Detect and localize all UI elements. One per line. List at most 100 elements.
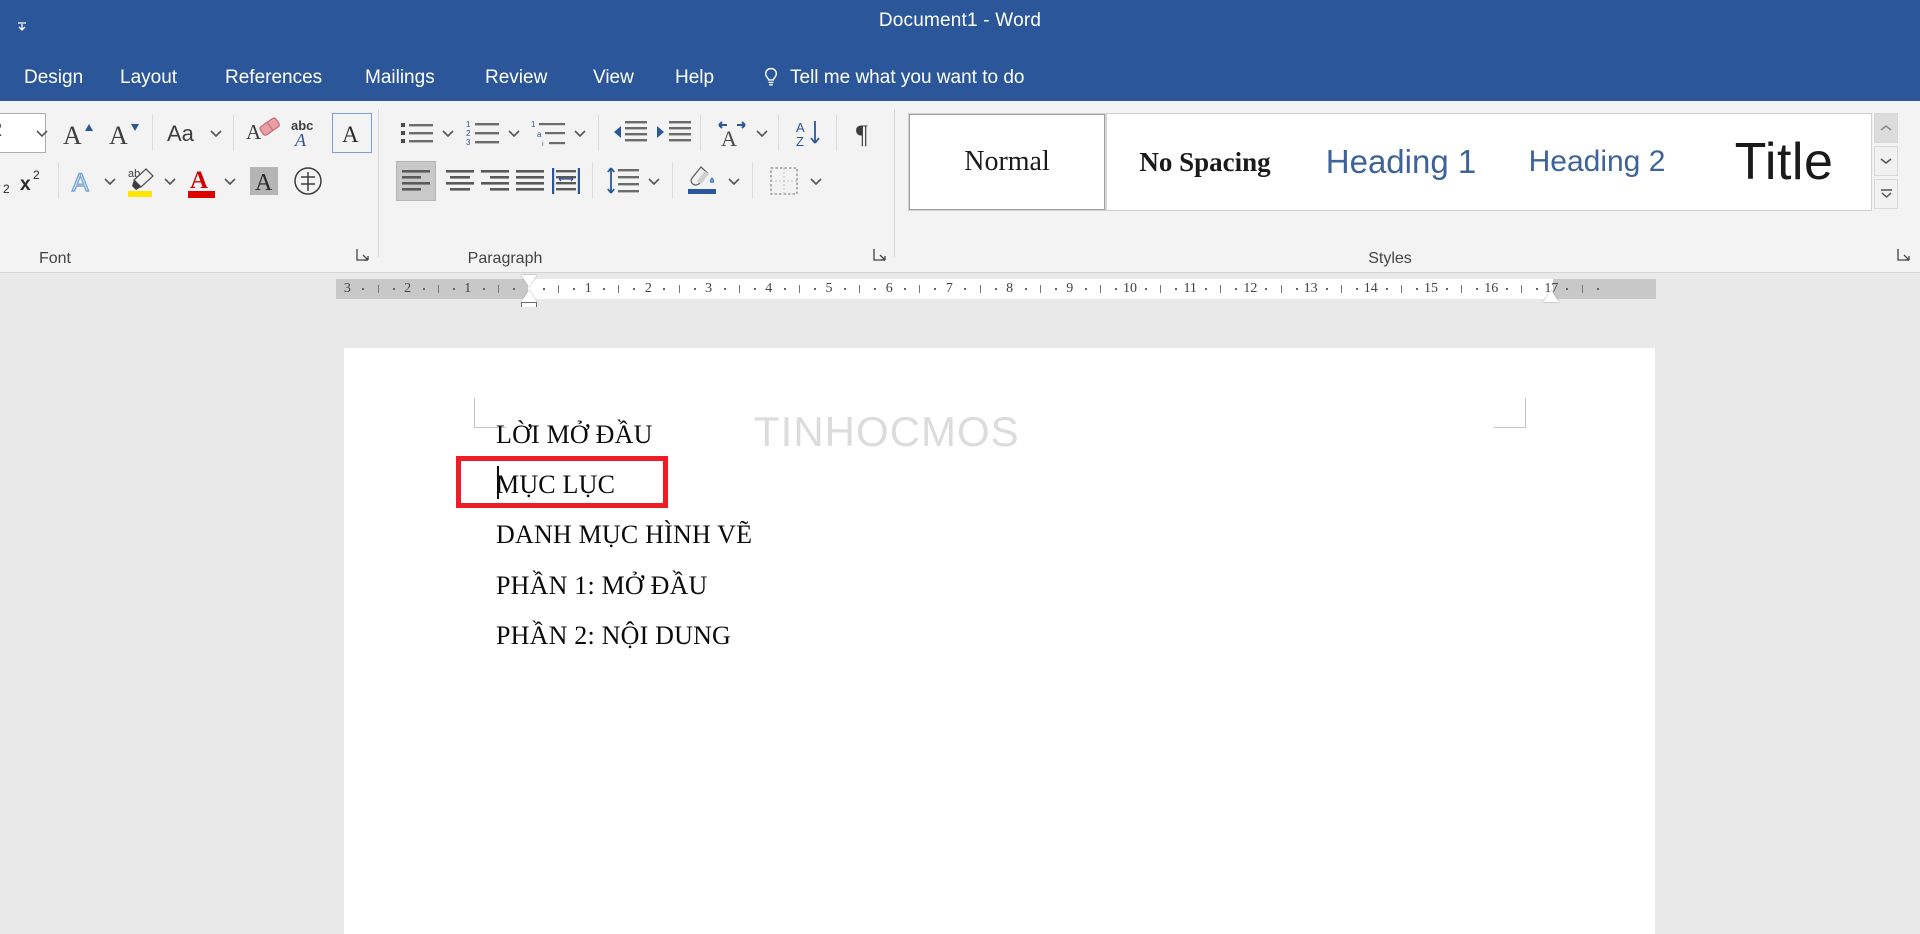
ruler-dot [633, 288, 635, 290]
style-normal[interactable]: Normal [909, 114, 1105, 210]
grow-font-icon[interactable]: A [58, 113, 98, 153]
ruler-dot [1265, 288, 1267, 290]
asian-layout-chevron-down-icon[interactable] [754, 125, 770, 141]
tab-mailings[interactable]: Mailings [355, 55, 445, 101]
tab-design[interactable]: Design [14, 55, 93, 101]
divider [598, 115, 599, 151]
font-dialog-launcher[interactable] [355, 247, 373, 265]
document-page[interactable]: TINHOCMOS LỜI MỞ ĐẦU MỤC LỤC DANH MỤC HÌ… [344, 348, 1655, 934]
shading-chevron-down-icon[interactable] [726, 173, 742, 189]
font-size-value: 2 [0, 119, 2, 142]
shading-icon[interactable] [682, 161, 724, 201]
svg-text:A: A [63, 121, 82, 149]
highlight-chevron-down-icon[interactable] [162, 173, 178, 189]
bullets-chevron-down-icon[interactable] [440, 125, 456, 141]
first-line-indent-marker[interactable] [521, 275, 537, 287]
ruler-dot [453, 288, 455, 290]
scroll-down-icon[interactable] [1874, 146, 1898, 176]
ruler-tick-2: 2 [638, 279, 658, 299]
character-shading-icon[interactable]: A [244, 161, 284, 201]
ruler-tick-1: 1 [578, 279, 598, 299]
increase-indent-icon[interactable] [652, 113, 696, 153]
font-color-icon[interactable]: A [182, 159, 222, 203]
asian-layout-icon[interactable]: A [710, 113, 754, 153]
ruler-dot [1205, 288, 1207, 290]
svg-text:1: 1 [466, 120, 471, 129]
text-effects-chevron-down-icon[interactable] [102, 173, 118, 189]
enclose-character-icon[interactable] [288, 161, 328, 201]
multilevel-list-icon[interactable]: 1 a i [528, 113, 572, 153]
svg-text:A: A [294, 130, 307, 149]
tab-layout[interactable]: Layout [110, 55, 187, 101]
scroll-up-icon[interactable] [1874, 113, 1898, 143]
multilevel-chevron-down-icon[interactable] [572, 125, 588, 141]
doc-line-4[interactable]: PHẦN 1: MỞ ĐẦU [496, 571, 708, 601]
svg-text:x: x [20, 174, 31, 195]
doc-line-1[interactable]: LỜI MỞ ĐẦU [496, 420, 653, 450]
line-spacing-icon[interactable] [602, 161, 644, 201]
ruler-tick-9: 9 [1060, 279, 1080, 299]
style-heading-2[interactable]: Heading 2 [1499, 114, 1695, 210]
text-effects-icon[interactable]: A [66, 161, 104, 201]
align-center-icon[interactable] [440, 161, 480, 201]
right-indent-marker[interactable] [1543, 290, 1559, 302]
numbering-chevron-down-icon[interactable] [506, 125, 522, 141]
ruler-minor-tick [1401, 285, 1402, 293]
change-case-chevron-down-icon[interactable] [208, 125, 224, 141]
ruler-dot [995, 288, 997, 290]
ruler-dot [1296, 288, 1298, 290]
style-title[interactable]: Title [1695, 114, 1872, 210]
paragraph-dialog-launcher[interactable] [872, 247, 890, 265]
tab-view[interactable]: View [583, 55, 644, 101]
ruler-dot [423, 288, 425, 290]
shrink-font-icon[interactable]: A [104, 113, 144, 153]
ruler-minor-tick [739, 285, 740, 293]
group-separator [378, 109, 379, 257]
clear-formatting-icon[interactable]: A [244, 113, 284, 153]
group-label-styles: Styles [1330, 250, 1450, 268]
font-size-chevron-down-icon[interactable] [34, 125, 50, 141]
pilcrow-icon[interactable]: ¶ [846, 113, 886, 153]
ruler-tick-10: 10 [1120, 279, 1140, 299]
doc-line-5[interactable]: PHẦN 2: NỘI DUNG [496, 621, 731, 651]
hanging-indent-marker[interactable] [521, 290, 537, 302]
ribbon: 2 A A Aa A [0, 101, 1920, 273]
tab-help[interactable]: Help [665, 55, 724, 101]
bullets-icon[interactable] [396, 113, 440, 153]
sort-az-icon[interactable]: A Z [790, 113, 830, 153]
line-spacing-chevron-down-icon[interactable] [646, 173, 662, 189]
svg-text:x: x [0, 170, 1, 191]
ruler-minor-tick [1160, 285, 1161, 293]
tell-me-search[interactable]: Tell me what you want to do [762, 55, 1024, 101]
text-highlight-icon[interactable]: ab [122, 159, 162, 203]
character-border-icon[interactable]: A [332, 113, 372, 153]
ruler-dot [1386, 288, 1388, 290]
justify-icon[interactable] [510, 161, 550, 201]
align-right-icon[interactable] [475, 161, 515, 201]
tab-references[interactable]: References [215, 55, 332, 101]
abc-spelling-icon[interactable]: abc A [288, 113, 328, 153]
doc-line-3[interactable]: DANH MỤC HÌNH VẼ [496, 520, 752, 550]
more-styles-icon[interactable] [1874, 179, 1898, 209]
decrease-indent-icon[interactable] [608, 113, 652, 153]
styles-dialog-launcher[interactable] [1896, 247, 1914, 265]
title-bar: Document1 - Word [0, 0, 1920, 55]
numbering-icon[interactable]: 1 2 3 [462, 113, 506, 153]
margin-corner-top-right [1494, 398, 1526, 428]
distributed-icon[interactable] [546, 161, 586, 201]
style-heading-1[interactable]: Heading 1 [1303, 114, 1499, 210]
divider [836, 115, 837, 151]
divider [778, 115, 779, 151]
svg-text:A: A [246, 120, 262, 144]
superscript-icon[interactable]: x 2 [18, 161, 54, 201]
divider [152, 115, 153, 151]
tab-review[interactable]: Review [475, 55, 557, 101]
borders-chevron-down-icon[interactable] [808, 173, 824, 189]
align-left-icon[interactable] [396, 161, 436, 201]
font-color-chevron-down-icon[interactable] [222, 173, 238, 189]
svg-text:2: 2 [33, 168, 40, 182]
styles-gallery[interactable]: Normal No Spacing Heading 1 Heading 2 Ti… [908, 113, 1872, 211]
borders-icon[interactable] [764, 161, 804, 201]
change-case-icon[interactable]: Aa [164, 113, 208, 153]
style-no-spacing[interactable]: No Spacing [1107, 114, 1303, 210]
